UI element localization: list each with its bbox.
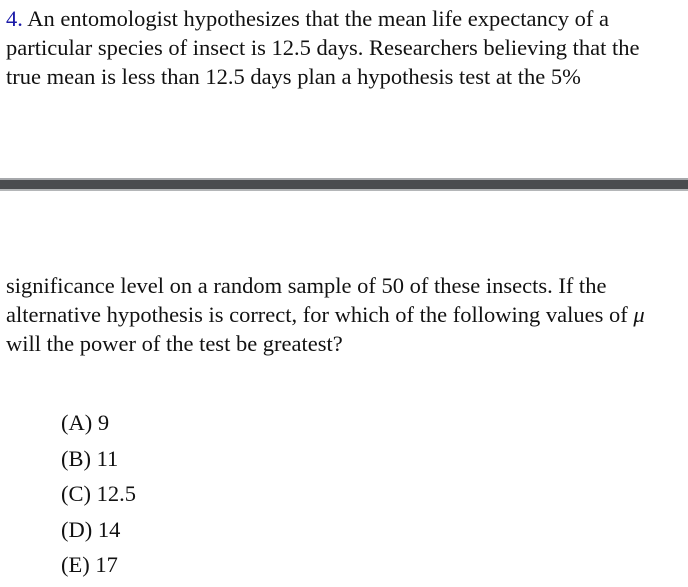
question-text-part-1: 4. An entomologist hypothesizes that the… <box>6 4 688 91</box>
answer-choice-b[interactable]: (B) 11 <box>61 444 136 480</box>
question-text-part-2: significance level on a random sample of… <box>6 271 688 358</box>
question-line: particular species of insect is 12.5 day… <box>6 35 640 60</box>
question-number: 4. <box>6 6 23 31</box>
question-line: 4. An entomologist hypothesizes that the… <box>6 4 688 33</box>
mu-symbol: μ <box>633 302 645 327</box>
question-line: significance level on a random sample of… <box>6 273 607 298</box>
question-line: true mean is less than 12.5 days plan a … <box>6 64 581 89</box>
answer-choices: (A) 9 (B) 11 (C) 12.5 (D) 14 (E) 17 <box>61 408 136 586</box>
question-line-text: alternative hypothesis is correct, for w… <box>6 302 634 327</box>
answer-choice-a[interactable]: (A) 9 <box>61 408 136 444</box>
page-divider <box>0 178 688 191</box>
question-line: alternative hypothesis is correct, for w… <box>6 300 688 329</box>
question-line-text: An entomologist hypothesizes that the me… <box>22 6 609 31</box>
answer-choice-d[interactable]: (D) 14 <box>61 515 136 551</box>
answer-choice-e[interactable]: (E) 17 <box>61 550 136 586</box>
question-line: will the power of the test be greatest? <box>6 331 343 356</box>
answer-choice-c[interactable]: (C) 12.5 <box>61 479 136 515</box>
